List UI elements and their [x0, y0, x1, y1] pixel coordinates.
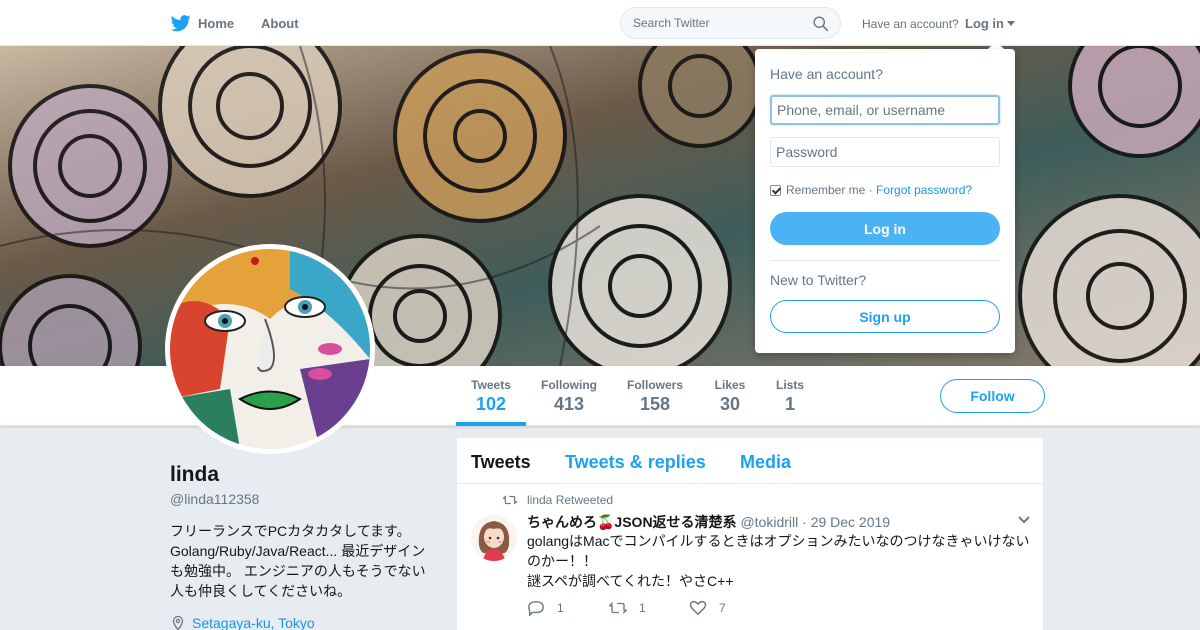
password-field[interactable] [770, 137, 1000, 167]
tweet-author-fullname[interactable]: ちゃんめろ🍒JSON返せる清楚系 [527, 514, 737, 530]
login-dropdown: Have an account? Remember me · Forgot pa… [755, 49, 1015, 353]
top-navigation-bar: Home About Have an account? Log in [0, 0, 1200, 46]
tweet-header: ちゃんめろ🍒JSON返せる清楚系 @tokidrill · 29 Dec 201… [527, 512, 1032, 532]
location-text: Setagaya-ku, Tokyo [192, 615, 315, 630]
reply-icon [528, 601, 544, 616]
retweet-context: linda Retweeted [503, 493, 613, 507]
stat-lists[interactable]: Lists 1 [775, 378, 805, 415]
reply-button[interactable]: 1 [527, 600, 564, 616]
tweet-avatar-image [471, 515, 517, 561]
retweet-count: 1 [639, 601, 646, 615]
stat-label: Tweets [471, 378, 511, 392]
retweet-icon [609, 602, 627, 614]
about-link[interactable]: About [261, 16, 299, 31]
location-pin-icon [172, 615, 184, 630]
tweet-item[interactable]: linda Retweeted ちゃんめろ🍒JSON返せる清楚系 @tokidr… [457, 485, 1043, 630]
stat-value: 102 [475, 394, 507, 414]
stat-value: 30 [719, 394, 741, 414]
profile-bio: フリーランスでPCカタカタしてます。Golang/Ruby/Java/React… [170, 523, 426, 599]
remember-me-row: Remember me · Forgot password? [770, 183, 972, 197]
retweet-context-text: linda Retweeted [527, 493, 614, 507]
search-icon[interactable] [812, 15, 829, 32]
signup-button[interactable]: Sign up [770, 300, 1000, 333]
tweet-separator: · [802, 514, 807, 530]
tweet-author-avatar[interactable] [471, 515, 517, 561]
reply-count: 1 [557, 601, 564, 615]
stat-label: Lists [775, 378, 804, 392]
stat-tweets[interactable]: Tweets 102 [470, 378, 512, 415]
stat-label: Likes [714, 378, 746, 392]
home-link[interactable]: Home [170, 13, 234, 33]
like-count: 7 [719, 601, 726, 615]
profile-handle[interactable]: @linda112358 [170, 491, 259, 507]
search-box [620, 7, 841, 39]
stat-label: Followers [626, 378, 683, 392]
chevron-down-icon[interactable] [1017, 515, 1031, 525]
login-button[interactable]: Log in [770, 212, 1000, 245]
tweet-text-line: 謎スペが調べてくれた！やさC++ [527, 573, 734, 589]
dropdown-divider [770, 260, 1000, 261]
caret-down-icon [1007, 21, 1015, 26]
retweet-icon [503, 495, 517, 505]
tab-media[interactable]: Media [740, 452, 791, 473]
new-to-twitter-label: New to Twitter? [770, 272, 867, 288]
dropdown-arrow [988, 41, 1004, 49]
login-dropdown-title: Have an account? [770, 66, 883, 82]
remember-me-label[interactable]: Remember me [786, 183, 865, 197]
username-field[interactable] [770, 95, 1000, 125]
twitter-bird-icon [170, 15, 191, 32]
tweet-actions: 1 1 7 [527, 600, 927, 620]
stat-likes[interactable]: Likes 30 [713, 378, 747, 415]
follow-button[interactable]: Follow [940, 379, 1045, 413]
remember-separator: · [868, 183, 873, 197]
stat-value: 413 [553, 394, 585, 414]
timeline: Tweets Tweets & replies Media linda Retw… [456, 437, 1044, 630]
avatar-art-image [170, 249, 370, 449]
tweet-text: golangはMacでコンパイルするときはオプションみたいなのつけなきゃいけない… [527, 531, 1035, 591]
timeline-tabs: Tweets Tweets & replies Media [457, 438, 1043, 484]
tab-tweets-and-replies[interactable]: Tweets & replies [565, 452, 706, 473]
remember-me-checkbox[interactable] [770, 184, 781, 196]
tab-tweets[interactable]: Tweets [471, 452, 531, 473]
profile-name[interactable]: linda [170, 463, 219, 487]
stat-following[interactable]: Following 413 [541, 378, 597, 415]
tweet-text-line: golangはMacでコンパイルするときはオプションみたいなのつけなきゃいけない… [527, 533, 1030, 569]
tweet-author-username[interactable]: @tokidrill [740, 514, 798, 530]
stat-value: 1 [784, 394, 795, 414]
profile-location[interactable]: Setagaya-ku, Tokyo [170, 615, 315, 630]
stat-label: Following [541, 378, 597, 392]
active-stat-underline [456, 422, 526, 426]
stat-value: 158 [639, 394, 671, 414]
profile-avatar[interactable] [165, 244, 375, 454]
have-account-label: Have an account? [862, 17, 959, 31]
home-label: Home [198, 15, 235, 31]
like-button[interactable]: 7 [689, 600, 726, 616]
tweet-date[interactable]: 29 Dec 2019 [811, 514, 890, 530]
login-dropdown-toggle[interactable]: Log in [965, 16, 1015, 31]
login-toggle-label: Log in [965, 16, 1004, 31]
search-input[interactable] [633, 8, 813, 38]
stat-followers[interactable]: Followers 158 [626, 378, 684, 415]
retweet-button[interactable]: 1 [609, 600, 646, 616]
forgot-password-link[interactable]: Forgot password? [876, 183, 972, 197]
heart-icon [689, 600, 707, 616]
